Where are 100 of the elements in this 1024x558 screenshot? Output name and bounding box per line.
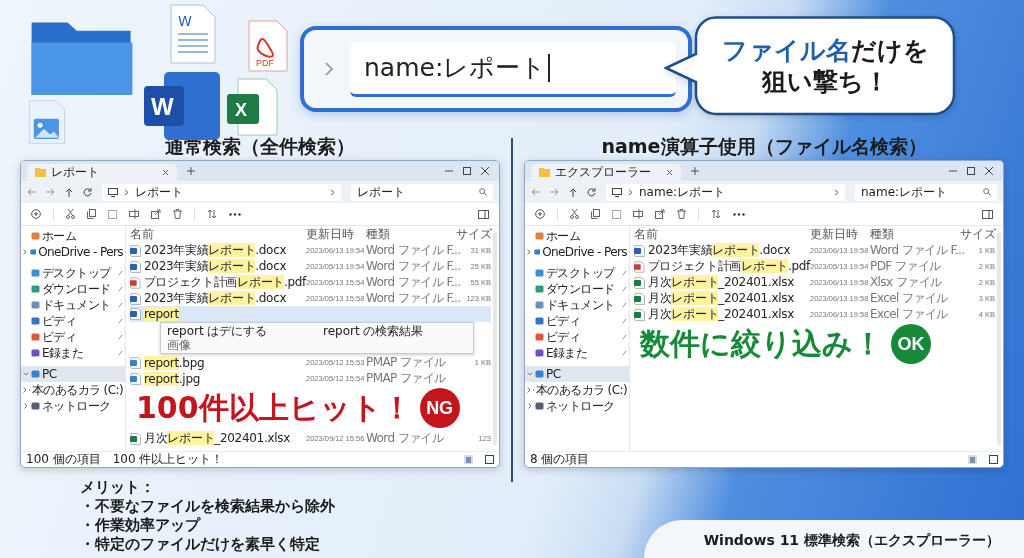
window-tab[interactable]: エクスプローラー xyxy=(531,164,681,181)
tiles-view-icon[interactable] xyxy=(485,455,494,464)
sort-icon[interactable] xyxy=(711,209,721,219)
sidebar-item[interactable]: ピディ xyxy=(21,313,125,329)
status-text: 100 個の項目 xyxy=(26,451,101,467)
sidebar-item[interactable]: ドキュメント xyxy=(21,297,125,313)
chevron-icon[interactable] xyxy=(528,403,532,409)
close-icon[interactable] xyxy=(162,169,169,176)
chevron-down-icon[interactable] xyxy=(527,372,533,376)
more-icon[interactable] xyxy=(229,212,241,216)
close-icon[interactable] xyxy=(666,169,673,176)
chevron-icon xyxy=(834,188,839,196)
column-header[interactable]: サイズ xyxy=(960,227,996,241)
column-header[interactable]: 種類 xyxy=(366,227,390,241)
plus-icon[interactable] xyxy=(691,167,699,175)
sidebar-item[interactable]: PC xyxy=(525,366,629,382)
sidebar-item[interactable]: OneDrive - Pers xyxy=(525,244,629,260)
trash-icon[interactable] xyxy=(677,209,686,219)
details-pane-icon[interactable] xyxy=(982,209,993,219)
search-field[interactable]: name:レポート xyxy=(350,41,676,97)
sidebar-item[interactable]: E録また xyxy=(21,345,125,361)
merit-item: ・特定のファイルだけを素早く特定 xyxy=(80,535,321,554)
chevron-icon[interactable] xyxy=(24,403,28,409)
cut-icon[interactable] xyxy=(66,209,75,219)
chevron-icon[interactable] xyxy=(23,387,27,393)
chevron-down-icon[interactable] xyxy=(23,372,29,376)
more-icon[interactable] xyxy=(733,212,745,216)
sidebar-item[interactable]: ピディ xyxy=(525,313,629,329)
sidebar-item[interactable]: 本のあるカラ (C:) xyxy=(21,382,125,398)
chevron-icon xyxy=(330,188,335,196)
file-icon xyxy=(130,260,141,273)
merits-title: メリット： xyxy=(80,478,156,497)
file-type: Word ファイル xyxy=(366,431,444,445)
status-text: 8 個の項目 xyxy=(530,451,590,467)
search-box[interactable]: レポート xyxy=(351,183,493,201)
sidebar-item[interactable]: ホーム xyxy=(21,228,125,244)
chevron-icon xyxy=(628,188,633,196)
copy-icon[interactable] xyxy=(87,209,96,219)
sidebar-item[interactable]: OneDrive - Pers xyxy=(21,244,125,260)
plus-icon[interactable] xyxy=(187,167,195,175)
sidebar-item[interactable]: ネットローク xyxy=(525,398,629,414)
file-icon xyxy=(634,276,645,289)
file-row[interactable]: report xyxy=(130,306,491,322)
sidebar-item[interactable]: ドキュメント xyxy=(525,297,629,313)
sidebar-item[interactable]: デスクトップ xyxy=(21,265,125,281)
tooltip-text: 画像 xyxy=(167,338,192,352)
sidebar-item[interactable]: ビディ xyxy=(525,329,629,345)
copy-icon[interactable] xyxy=(591,209,600,219)
sort-icon[interactable] xyxy=(207,209,217,219)
chevron-icon xyxy=(124,188,129,196)
file-icon xyxy=(130,276,141,289)
maximize-icon[interactable] xyxy=(967,167,975,175)
address-bar[interactable]: name:レポート xyxy=(606,183,845,201)
file-icon xyxy=(634,308,645,321)
close-icon[interactable] xyxy=(481,167,489,175)
cut-icon[interactable] xyxy=(570,209,579,219)
rename-icon[interactable] xyxy=(129,209,139,219)
refresh-icon[interactable] xyxy=(83,187,92,197)
sidebar-item[interactable]: ダウンロード xyxy=(525,281,629,297)
up-arrow-icon[interactable] xyxy=(65,187,73,197)
refresh-icon[interactable] xyxy=(587,187,596,197)
column-header[interactable]: 名前 xyxy=(634,227,658,241)
sidebar-item[interactable]: E録また xyxy=(525,345,629,361)
share-icon[interactable] xyxy=(151,209,161,219)
up-arrow-icon[interactable] xyxy=(569,187,577,197)
chevron-icon[interactable] xyxy=(527,249,532,255)
new-icon[interactable] xyxy=(535,209,545,219)
maximize-icon[interactable] xyxy=(463,167,471,175)
tiles-view-icon[interactable] xyxy=(989,455,998,464)
trash-icon[interactable] xyxy=(173,209,182,219)
close-icon[interactable] xyxy=(985,167,993,175)
sidebar-item[interactable]: ダウンロード xyxy=(21,281,125,297)
search-box[interactable]: name:レポート xyxy=(855,183,997,201)
section-heading: name演算子使用（ファイル名検索） xyxy=(600,134,928,159)
sidebar-item[interactable]: ホーム xyxy=(525,228,629,244)
column-header[interactable]: 名前 xyxy=(130,227,154,241)
file-type: PMAP ファイル xyxy=(366,371,446,385)
window-tab[interactable]: レポート xyxy=(27,164,177,181)
address-bar[interactable]: レポート xyxy=(102,183,341,201)
sidebar-item[interactable]: ネットローク xyxy=(21,398,125,414)
column-header[interactable]: サイズ xyxy=(456,227,492,241)
tooltip-heading: report はデにする xyxy=(167,324,269,338)
details-pane-icon[interactable] xyxy=(478,209,489,219)
share-icon[interactable] xyxy=(655,209,665,219)
chevron-icon[interactable] xyxy=(23,249,28,255)
rename-icon[interactable] xyxy=(633,209,643,219)
sidebar-item[interactable]: 本のあるカラ (C:) xyxy=(525,382,629,398)
sidebar-item[interactable]: ビディ xyxy=(21,329,125,345)
file-type: Word ファイル F... xyxy=(366,259,461,273)
sidebar-item[interactable]: PC xyxy=(21,366,125,382)
footer-label: Windows 11 標準検索（エクスプローラー） xyxy=(703,532,1000,548)
file-name: 月次レポート_202401.xlsx xyxy=(648,274,795,291)
new-icon[interactable] xyxy=(31,209,41,219)
column-header[interactable]: 種類 xyxy=(870,227,894,241)
column-header[interactable]: 更新日時 xyxy=(810,227,858,241)
file-name: report.bpg xyxy=(144,355,205,370)
column-header[interactable]: 更新日時 xyxy=(306,227,354,241)
chevron-icon[interactable] xyxy=(527,387,531,393)
sidebar-item[interactable]: デスクトップ xyxy=(525,265,629,281)
search-icon xyxy=(983,188,991,196)
